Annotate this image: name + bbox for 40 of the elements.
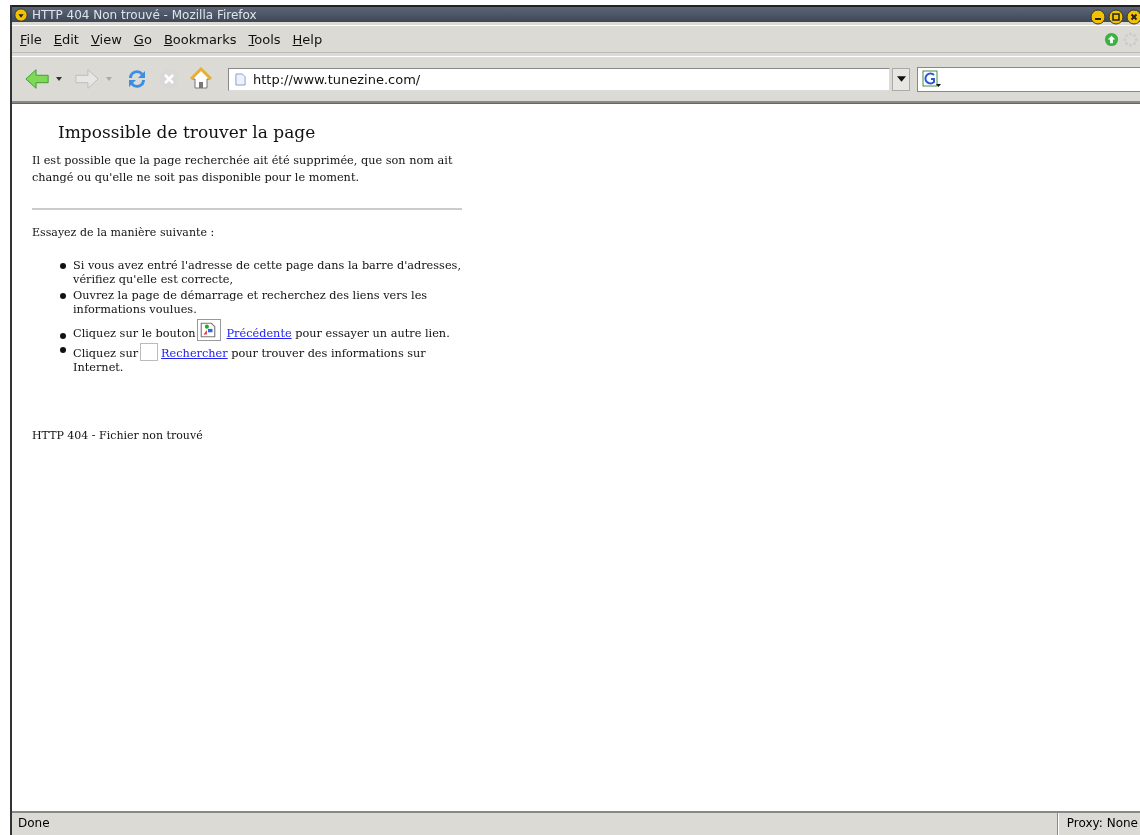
list-item-text: Cliquez sur Rechercher pour trouver des informations sur Internet.: [73, 343, 465, 375]
bullet-icon: [60, 293, 66, 299]
proxy-status: Proxy: None: [1057, 813, 1140, 835]
status-text: Done: [12, 813, 1058, 835]
url-text: http://www.tunezine.com/: [253, 71, 421, 87]
caret-icon: [896, 76, 906, 82]
menu-item[interactable]: Bookmarks: [157, 31, 243, 47]
home-icon[interactable]: [188, 67, 214, 91]
bullet-icon: [60, 333, 66, 339]
minimize-icon[interactable]: [1090, 8, 1106, 25]
menu-item[interactable]: File: [14, 31, 48, 47]
window-title: HTTP 404 Non trouvé - Mozilla Firefox: [32, 7, 257, 22]
intro-paragraph: Il est possible que la page recherchée ait été supprimée, que son nom ait changé ou qu'elle ne soit pas disponible pour le moment.: [32, 153, 454, 186]
empty-image-icon: [140, 343, 159, 361]
list-item-text: Ouvrez la page de démarrage et recherchez des liens vers les informations voulues.: [73, 289, 429, 317]
maximize-icon[interactable]: [1108, 8, 1124, 25]
menu-item[interactable]: Tools: [242, 31, 287, 47]
link[interactable]: Précédente: [226, 327, 292, 340]
error-code-text: HTTP 404 - Fichier non trouvé: [32, 429, 204, 442]
update-icon[interactable]: [1104, 31, 1119, 47]
window-menu-icon[interactable]: [14, 7, 28, 22]
address-field[interactable]: http://www.tunezine.com/: [228, 67, 890, 91]
search-engine-icon[interactable]: [922, 70, 942, 88]
broken-image-icon: [197, 319, 222, 341]
menu-item[interactable]: Go: [127, 31, 158, 47]
page-icon: [235, 72, 246, 86]
bullet-icon: [60, 263, 66, 269]
page-heading: Impossible de trouver la page: [58, 122, 317, 142]
caret-icon[interactable]: [56, 77, 62, 81]
close-icon[interactable]: [1126, 8, 1140, 25]
menu-item[interactable]: View: [84, 31, 128, 47]
list-item-text: Cliquez sur le bouton Précédente pour essayer un autre lien.: [73, 319, 450, 341]
list-item-text: Si vous avez entré l'adresse de cette page dans la barre d'adresses, vérifiez qu'elle est correcte,: [73, 259, 462, 287]
instructions-label: Essayez de la manière suivante :: [32, 226, 216, 239]
history-dropdown-button[interactable]: [892, 67, 910, 91]
bullet-icon: [60, 347, 66, 353]
link[interactable]: Rechercher: [161, 347, 228, 360]
menu-item[interactable]: Help: [286, 31, 329, 47]
menu-item[interactable]: Edit: [47, 31, 85, 47]
search-field[interactable]: [917, 66, 1140, 92]
